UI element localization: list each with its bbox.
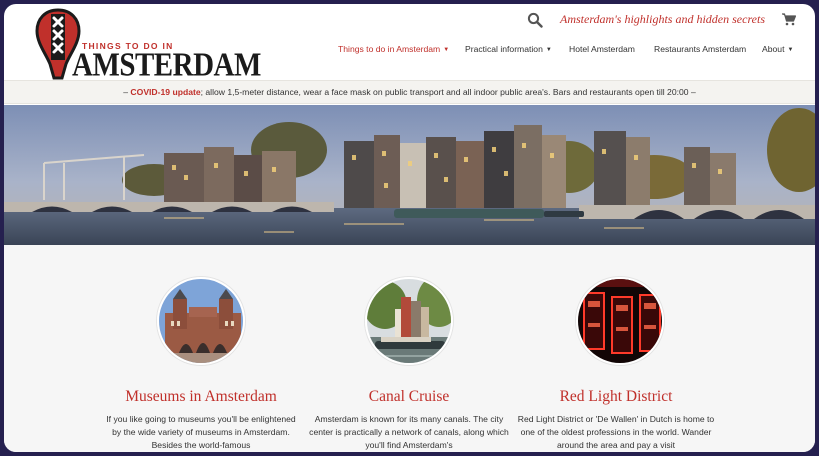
- nav-restaurants-amsterdam[interactable]: Restaurants Amsterdam: [654, 44, 746, 58]
- feature-cards-section: Museums in Amsterdam If you like going t…: [4, 245, 815, 452]
- card-description: If you like going to museums you'll be e…: [106, 414, 296, 450]
- red-light-district-photo[interactable]: [576, 277, 664, 365]
- canal-photo[interactable]: [365, 277, 453, 365]
- search-icon[interactable]: [527, 12, 543, 28]
- card-description: Amsterdam is known for its many canals. …: [309, 414, 509, 450]
- nav-label: Things to do in Amsterdam: [338, 44, 441, 54]
- covid-notice-bar: – COVID-19 update; allow 1,5-meter dista…: [4, 80, 815, 104]
- chevron-down-icon: ▼: [443, 47, 450, 53]
- nav-label: About: [762, 44, 785, 54]
- amsterdam-canal-panorama: [4, 105, 815, 245]
- nav-about[interactable]: About ▼: [762, 44, 793, 58]
- chevron-down-icon: ▼: [787, 47, 794, 53]
- card-title[interactable]: Museums in Amsterdam: [101, 388, 301, 406]
- chevron-down-icon: ▼: [545, 47, 552, 53]
- rijksmuseum-photo[interactable]: [157, 277, 245, 365]
- nav-label: Practical information: [465, 44, 543, 54]
- nav-label: Hotel Amsterdam: [569, 44, 635, 54]
- browser-page: THINGS TO DO IN AMSTERDAM Amsterdam's hi…: [4, 4, 815, 452]
- nav-label: Restaurants Amsterdam: [654, 44, 747, 54]
- shopping-cart-icon[interactable]: [782, 13, 796, 26]
- card-title[interactable]: Canal Cruise: [309, 388, 509, 406]
- nav-things-to-do[interactable]: Things to do in Amsterdam ▼: [338, 44, 449, 58]
- covid-notice-text: ; allow 1,5-meter distance, wear a face …: [200, 87, 696, 97]
- hero-panorama: [4, 105, 815, 245]
- nav-hotel-amsterdam[interactable]: Hotel Amsterdam: [569, 44, 635, 58]
- covid-update-link[interactable]: COVID-19 update: [130, 87, 200, 97]
- nav-practical-information[interactable]: Practical information ▼: [465, 44, 552, 58]
- card-description: Red Light District or 'De Wallen' in Dut…: [517, 414, 715, 450]
- logo-big-text: AMSTERDAM: [72, 46, 261, 84]
- site-tagline: Amsterdam's highlights and hidden secret…: [560, 12, 765, 26]
- card-title[interactable]: Red Light District: [516, 388, 716, 406]
- site-logo[interactable]: THINGS TO DO IN AMSTERDAM: [34, 8, 261, 82]
